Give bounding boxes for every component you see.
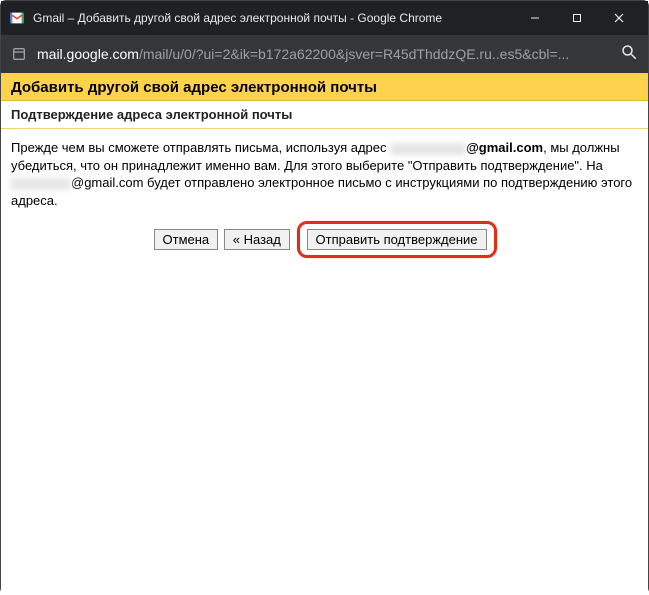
minimize-button[interactable] <box>514 1 556 35</box>
redacted-email-name <box>390 143 466 155</box>
window-titlebar: Gmail – Добавить другой свой адрес элект… <box>1 1 648 35</box>
page-heading: Добавить другой свой адрес электронной п… <box>1 73 648 101</box>
back-button[interactable]: « Назад <box>224 229 290 250</box>
site-info-icon[interactable] <box>11 46 27 62</box>
button-row: Отмена « Назад Отправить подтверждение <box>11 221 638 258</box>
gmail-logo-icon <box>9 10 25 26</box>
email-domain-bold: @gmail.com <box>466 140 543 155</box>
cancel-button[interactable]: Отмена <box>154 229 219 250</box>
url-text[interactable]: mail.google.com/mail/u/0/?ui=2&ik=b172a6… <box>37 46 610 62</box>
url-path: /mail/u/0/?ui=2&ik=b172a62200&jsver=R45d… <box>139 46 569 62</box>
close-button[interactable] <box>598 1 640 35</box>
highlight-annotation: Отправить подтверждение <box>297 221 497 258</box>
window-controls <box>514 1 640 35</box>
send-confirmation-button[interactable]: Отправить подтверждение <box>307 229 487 250</box>
body-prefix: Прежде чем вы сможете отправлять письма,… <box>11 140 390 155</box>
confirmation-text: Прежде чем вы сможете отправлять письма,… <box>1 129 648 272</box>
page-subheading: Подтверждение адреса электронной почты <box>1 101 648 129</box>
body-suffix: @gmail.com будет отправлено электронное … <box>11 175 632 208</box>
maximize-button[interactable] <box>556 1 598 35</box>
url-host: mail.google.com <box>37 46 139 62</box>
address-bar: mail.google.com/mail/u/0/?ui=2&ik=b172a6… <box>1 35 648 73</box>
window-title: Gmail – Добавить другой свой адрес элект… <box>33 11 506 25</box>
search-icon[interactable] <box>620 43 638 66</box>
redacted-email-name-2 <box>11 178 71 190</box>
page-content: Добавить другой свой адрес электронной п… <box>1 73 648 595</box>
